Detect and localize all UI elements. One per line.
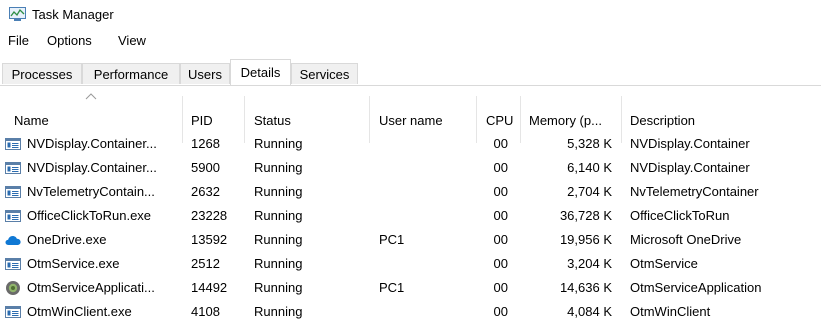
cell-memory: 4,084 K — [567, 304, 612, 319]
cell-user: PC1 — [379, 232, 405, 247]
cell-pid: 14492 — [191, 280, 228, 295]
tab-processes[interactable]: Processes — [2, 63, 82, 84]
column-header-memory[interactable]: Memory (p... — [529, 114, 602, 128]
cell-cpu: 00 — [493, 136, 508, 151]
cell-description: OfficeClickToRun — [630, 208, 730, 223]
tab-strip: Processes Performance Users Details Serv… — [0, 59, 821, 86]
window-title: Task Manager — [32, 7, 114, 22]
process-row[interactable]: OtmService.exe 2512 Running 00 3,204 K OtmSer… — [0, 252, 821, 276]
cell-memory: 2,704 K — [567, 184, 612, 199]
cell-memory: 6,140 K — [567, 160, 612, 175]
process-row[interactable]: OneDrive.exe 13592 Running PC1 00 19,956 K Mic… — [0, 228, 821, 252]
cell-pid: 13592 — [191, 232, 228, 247]
cell-pid: 2632 — [191, 184, 220, 199]
cell-name: OtmServiceApplicati... — [27, 280, 155, 295]
tab-details[interactable]: Details — [230, 59, 291, 85]
column-header-status[interactable]: Status — [254, 114, 291, 128]
app-window-icon — [5, 258, 21, 270]
app-window-icon — [5, 186, 21, 198]
column-header-name[interactable]: Name — [14, 114, 49, 128]
cell-pid: 2512 — [191, 256, 220, 271]
tab-divider — [0, 85, 821, 86]
cell-cpu: 00 — [493, 184, 508, 199]
title-bar: Task Manager — [0, 0, 821, 30]
cell-description: OtmWinClient — [630, 304, 711, 319]
cell-description: NVDisplay.Container — [630, 136, 750, 151]
cell-memory: 3,204 K — [567, 256, 612, 271]
otm-gear-icon — [6, 281, 20, 295]
cell-name: OtmWinClient.exe — [27, 304, 132, 319]
column-header-description[interactable]: Description — [630, 114, 695, 128]
cell-cpu: 00 — [493, 232, 508, 247]
cell-pid: 1268 — [191, 136, 220, 151]
process-row[interactable]: OtmServiceApplicati... 14492 Running PC1 00 1… — [0, 276, 821, 300]
cell-cpu: 00 — [493, 256, 508, 271]
app-window-icon — [5, 210, 21, 222]
column-header-pid[interactable]: PID — [191, 114, 213, 128]
cell-pid: 5900 — [191, 160, 220, 175]
cell-status: Running — [254, 136, 303, 151]
cell-description: OtmServiceApplication — [630, 280, 762, 295]
cell-status: Running — [254, 232, 303, 247]
tab-performance[interactable]: Performance — [82, 63, 180, 84]
menu-options[interactable]: Options — [45, 33, 94, 49]
column-header-user-name[interactable]: User name — [379, 114, 443, 128]
cell-user: PC1 — [379, 280, 405, 295]
cell-name: OneDrive.exe — [27, 232, 107, 247]
cell-name: NVDisplay.Container... — [27, 136, 157, 151]
cell-pid: 4108 — [191, 304, 220, 319]
cell-description: Microsoft OneDrive — [630, 232, 742, 247]
task-manager-icon — [9, 7, 26, 21]
process-row[interactable]: OtmWinClient.exe 4108 Running 00 4,084 K OtmW… — [0, 300, 821, 324]
cell-description: NvTelemetryContainer — [630, 184, 759, 199]
cell-pid: 23228 — [191, 208, 228, 223]
cell-name: OtmService.exe — [27, 256, 120, 271]
cell-description: NVDisplay.Container — [630, 160, 750, 175]
cell-name: NvTelemetryContain... — [27, 184, 155, 199]
cell-status: Running — [254, 304, 303, 319]
column-header-cpu[interactable]: CPU — [486, 114, 513, 128]
menu-view[interactable]: View — [116, 33, 148, 49]
menu-file[interactable]: File — [6, 33, 31, 49]
cell-status: Running — [254, 160, 303, 175]
tab-users[interactable]: Users — [180, 63, 230, 84]
cell-cpu: 00 — [493, 280, 508, 295]
app-window-icon — [5, 306, 21, 318]
app-window-icon — [5, 162, 21, 174]
tab-services[interactable]: Services — [291, 63, 358, 84]
cell-cpu: 00 — [493, 304, 508, 319]
onedrive-cloud-icon — [5, 236, 21, 245]
sort-ascending-icon[interactable] — [85, 92, 97, 100]
cell-status: Running — [254, 280, 303, 295]
app-window-icon — [5, 138, 21, 150]
process-row[interactable]: NVDisplay.Container... 1268 Running 00 5,328… — [0, 132, 821, 156]
process-row[interactable]: NvTelemetryContain... 2632 Running 00 2,704 … — [0, 180, 821, 204]
process-row[interactable]: OfficeClickToRun.exe 23228 Running 00 36,728… — [0, 204, 821, 228]
cell-status: Running — [254, 256, 303, 271]
cell-cpu: 00 — [493, 160, 508, 175]
cell-status: Running — [254, 208, 303, 223]
process-row[interactable]: NVDisplay.Container... 5900 Running 00 6,140… — [0, 156, 821, 180]
cell-description: OtmService — [630, 256, 698, 271]
cell-memory: 14,636 K — [559, 280, 612, 295]
cell-memory: 36,728 K — [559, 208, 612, 223]
cell-status: Running — [254, 184, 303, 199]
cell-memory: 5,328 K — [567, 136, 612, 151]
cell-cpu: 00 — [493, 208, 508, 223]
cell-name: NVDisplay.Container... — [27, 160, 157, 175]
cell-name: OfficeClickToRun.exe — [27, 208, 152, 223]
menu-bar: File Options View — [0, 31, 821, 51]
cell-memory: 19,956 K — [559, 232, 612, 247]
